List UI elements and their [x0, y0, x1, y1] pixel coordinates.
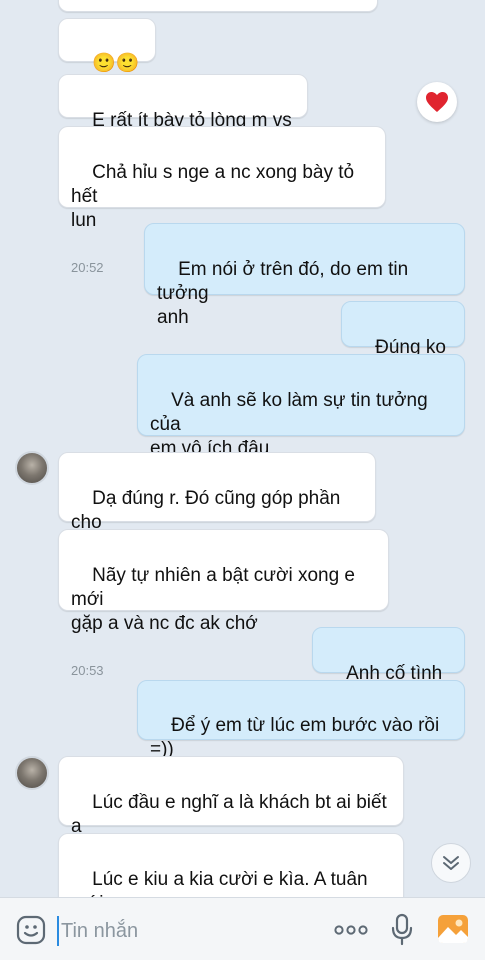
avatar[interactable]: [15, 451, 49, 485]
message-bubble-partial[interactable]: [58, 0, 378, 12]
microphone-icon: [391, 913, 413, 946]
chat-area[interactable]: 🙂🙂🙂 E rất ít bày tỏ lòng m vs ai Chả hỉu…: [0, 0, 485, 897]
message-text: Để ý em từ lúc em bước vào rồi =)): [150, 715, 445, 760]
composer-bar: Tin nhắn: [0, 897, 485, 960]
message-input-placeholder: Tin nhắn: [61, 920, 139, 942]
message-bubble-outgoing[interactable]: Đúng ko nè: [341, 301, 465, 382]
avatar[interactable]: [15, 756, 49, 790]
message-input[interactable]: Tin nhắn: [57, 916, 317, 946]
reaction-badge[interactable]: [417, 82, 457, 122]
message-text: Chả hỉu s nge a nc xong bày tỏ hết lun: [71, 162, 355, 231]
message-bubble-outgoing[interactable]: Em nói ở trên đó, do em tin tưởng anh: [144, 223, 465, 328]
heart-icon: [426, 92, 448, 112]
message-bubble[interactable]: Lúc e kiu a kia cười e kìa. A tuân mới n…: [58, 833, 404, 897]
scroll-down-button[interactable]: [431, 843, 471, 883]
message-bubble[interactable]: Dạ đúng r. Đó cũng góp phần cho buổi trò…: [58, 452, 376, 557]
message-bubble[interactable]: Nãy tự nhiên a bật cười xong e mới gặp a…: [58, 529, 389, 678]
message-text: Lúc e kiu a kia cười e kìa. A tuân mới n…: [71, 869, 368, 897]
double-chevron-down-icon: [443, 856, 459, 870]
message-bubble[interactable]: Chả hỉu s nge a nc xong bày tỏ hết lun 2…: [58, 126, 386, 275]
more-options-button[interactable]: [331, 918, 371, 942]
message-bubble[interactable]: 🙂🙂🙂: [58, 18, 156, 98]
image-icon: [438, 915, 468, 943]
more-dots-icon: [334, 925, 368, 935]
message-bubble-outgoing[interactable]: Anh cố tình =)): [312, 627, 465, 708]
message-bubble-outgoing[interactable]: Để ý em từ lúc em bước vào rồi =)) 20:53: [137, 680, 465, 802]
voice-button[interactable]: [388, 912, 416, 948]
message-bubble[interactable]: E rất ít bày tỏ lòng m vs ai: [58, 74, 308, 155]
message-bubble-outgoing[interactable]: Và anh sẽ ko làm sự tin tưởng của em vô …: [137, 354, 465, 503]
message-text: Nãy tự nhiên a bật cười xong e mới gặp a…: [71, 565, 355, 634]
message-bubble[interactable]: Lúc đầu e nghĩ a là khách bt ai biết a l…: [58, 756, 404, 861]
message-text: Và anh sẽ ko làm sự tin tưởng của em vô …: [150, 390, 428, 459]
photo-button[interactable]: [436, 913, 470, 945]
smiley-icon: [16, 915, 46, 945]
sticker-button[interactable]: [15, 914, 47, 946]
